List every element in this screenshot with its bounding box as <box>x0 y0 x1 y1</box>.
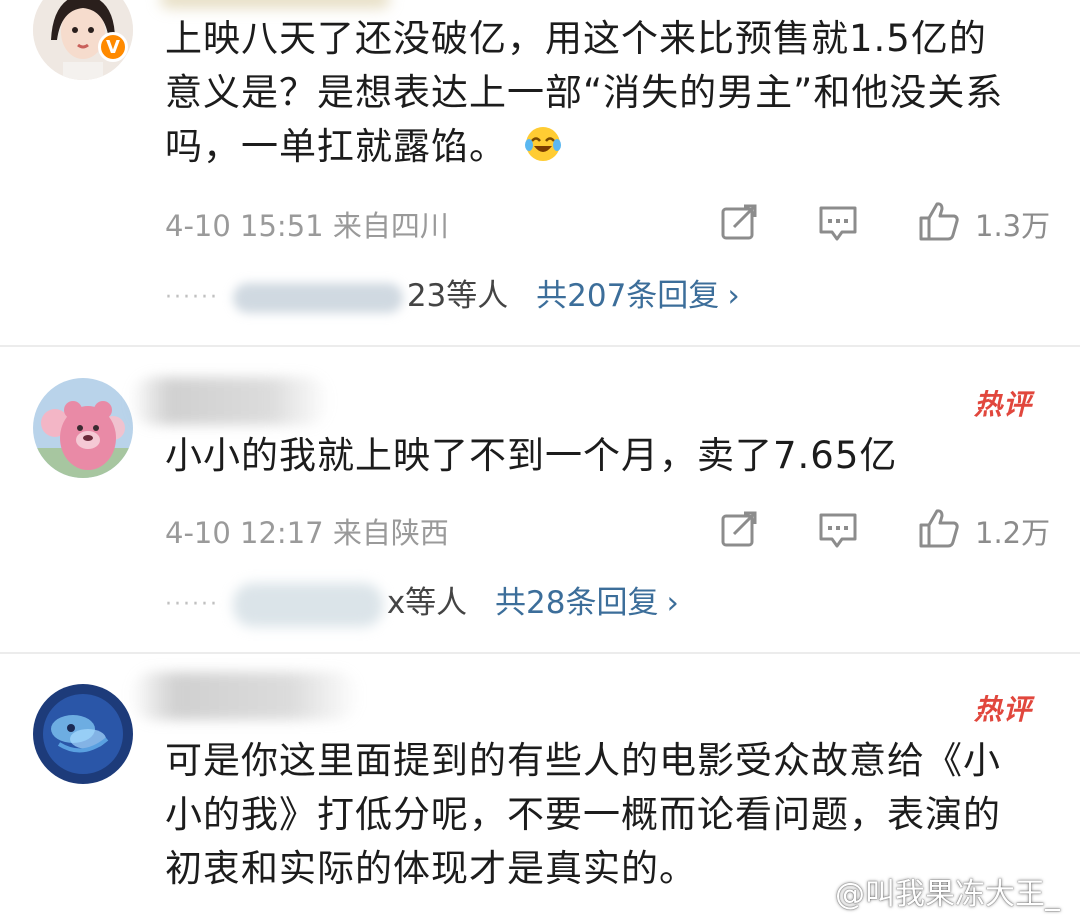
repost-icon[interactable] <box>720 203 758 241</box>
chevron-right-icon: › <box>727 278 740 314</box>
laugh-cry-emoji <box>524 127 561 161</box>
like-count: 1.3万 <box>975 209 1051 243</box>
replies-link[interactable]: 共207条回复 <box>536 278 719 314</box>
replies-dots: ······ <box>165 592 219 617</box>
comment-line: 可是你这里面提到的有些人的电影受众故意给《小 <box>165 739 1001 782</box>
comment-icon[interactable] <box>818 511 858 549</box>
comment-line: 上映八天了还没破亿，用这个来比预售就1.5亿的 <box>165 17 987 60</box>
comment-line: 小的我》打低分呢，不要一概而论看问题，表演的 <box>165 793 1001 836</box>
like-icon[interactable] <box>918 200 960 242</box>
comment-line: 意义是？是想表达上一部“消失的男主”和他没关系 <box>165 71 1004 114</box>
like-icon[interactable] <box>918 507 960 549</box>
replies-dots: ······ <box>165 285 219 310</box>
verified-badge-icon: V <box>98 32 128 62</box>
comment-text: 小小的我就上映了不到一个月，卖了7.65亿 <box>165 429 1045 483</box>
comment-line: 小小的我就上映了不到一个月，卖了7.65亿 <box>165 434 898 477</box>
replies-link[interactable]: 共28条回复 <box>495 585 658 621</box>
comment-line: 吗，一单扛就露馅。 <box>165 120 1045 174</box>
comment-2: 热评 小小的我就上映了不到一个月，卖了7.65亿 4-10 12:17 来自陕西… <box>0 347 1080 652</box>
comment-meta: 4-10 12:17 来自陕西 <box>165 516 449 550</box>
weibo-logo-icon <box>793 878 828 906</box>
replies-names: 23等人 <box>406 278 509 314</box>
username-blurred[interactable] <box>130 672 360 720</box>
username-blurred[interactable] <box>130 377 330 425</box>
avatar[interactable] <box>33 684 133 784</box>
avatar[interactable] <box>33 378 133 478</box>
chevron-right-icon: › <box>666 585 679 621</box>
name-blurred <box>160 0 390 8</box>
comment-meta: 4-10 15:51 来自四川 <box>165 209 449 243</box>
comment-icon[interactable] <box>818 204 858 242</box>
hot-comment-badge: 热评 <box>973 388 1032 421</box>
replies-summary[interactable]: ······ x等人 共28条回复 › <box>165 577 679 627</box>
replies-summary[interactable]: ······ 23等人 共207条回复 › <box>165 270 740 315</box>
watermark-text: @叫我果冻大王_ <box>835 877 1060 912</box>
hot-comment-badge: 热评 <box>973 693 1032 726</box>
comment-text: 上映八天了还没破亿，用这个来比预售就1.5亿的 意义是？是想表达上一部“消失的男… <box>165 12 1045 174</box>
like-count: 1.2万 <box>975 516 1051 550</box>
repost-icon[interactable] <box>720 510 758 548</box>
replies-avatar-blurred <box>232 282 403 313</box>
watermark: @叫我果冻大王_ <box>793 869 1060 913</box>
replies-names: x等人 <box>386 585 468 621</box>
replies-avatar-blurred <box>232 582 383 627</box>
comment-1: V 上映八天了还没破亿，用这个来比预售就1.5亿的 意义是？是想表达上一部“消失… <box>0 0 1080 345</box>
